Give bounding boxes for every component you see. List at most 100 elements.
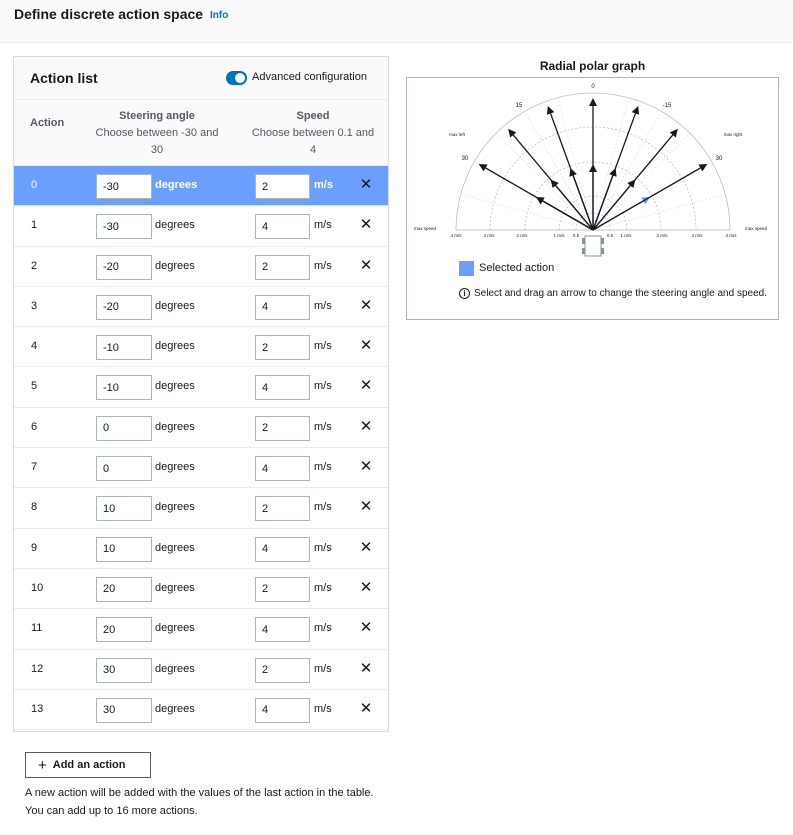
speed-input[interactable] [255,657,310,683]
delete-action-icon[interactable]: ✕ [358,458,374,476]
action-arrow[interactable] [508,128,594,231]
speed-unit-label: m/s [314,541,332,554]
table-row[interactable]: 12 degrees m/s ✕ [14,650,388,690]
speed-unit-label: m/s [314,299,332,312]
label-r05: 0.5 [607,233,614,238]
delete-action-icon[interactable]: ✕ [358,418,374,436]
action-index: 13 [31,702,44,715]
steering-angle-input[interactable] [96,697,152,723]
table-row[interactable]: 5 degrees m/s ✕ [14,367,388,408]
table-row[interactable]: 2 degrees m/s ✕ [14,247,388,287]
steering-angle-input[interactable] [96,536,152,562]
action-arrow[interactable] [478,164,594,231]
steering-angle-input[interactable] [96,456,152,482]
delete-action-icon[interactable]: ✕ [358,619,374,637]
speed-input[interactable] [255,697,310,723]
action-index: 0 [31,179,38,191]
speed-unit-label: m/s [314,259,332,272]
delete-action-icon[interactable]: ✕ [358,216,374,234]
advanced-configuration-toggle[interactable] [226,71,247,85]
info-link[interactable]: Info [210,10,228,21]
speed-input[interactable] [255,576,310,602]
steering-angle-input[interactable] [96,254,152,280]
action-index: 10 [31,581,44,594]
speed-unit-label: m/s [314,702,332,715]
table-row[interactable]: 1 degrees m/s ✕ [14,206,388,247]
steering-unit-label: degrees [155,299,195,312]
table-row[interactable]: 9 degrees m/s ✕ [14,529,388,569]
action-arrow[interactable] [592,105,640,231]
speed-input[interactable] [255,536,310,562]
delete-action-icon[interactable]: ✕ [358,377,374,395]
speed-input[interactable] [255,294,310,320]
action-index: 12 [31,662,44,675]
steering-unit-label: degrees [155,259,195,272]
steering-unit-label: degrees [155,622,195,635]
speed-input[interactable] [255,415,310,441]
add-action-button[interactable]: + Add an action [25,752,151,778]
table-header: Action Steering angle Choose between -30… [14,100,388,166]
polar-graph-svg[interactable]: 0 15 -15 30 30 max left max right max sp… [407,78,778,319]
steering-angle-input[interactable] [96,415,152,441]
label-l4: 4 m/s [450,233,462,238]
delete-action-icon[interactable]: ✕ [358,176,374,194]
table-row[interactable]: 10 degrees m/s ✕ [14,569,388,610]
steering-unit-label: degrees [155,380,195,393]
table-row[interactable]: 7 degrees m/s ✕ [14,448,388,489]
action-arrows[interactable] [478,98,708,231]
table-row[interactable]: 0 degrees m/s ✕ [14,166,388,207]
steering-angle-input[interactable] [96,375,152,401]
delete-action-icon[interactable]: ✕ [358,337,374,355]
steering-angle-input[interactable] [96,657,152,683]
delete-action-icon[interactable]: ✕ [358,660,374,678]
speed-input[interactable] [255,214,310,240]
add-action-label: Add an action [52,759,126,771]
radial-polar-graph[interactable]: 0 15 -15 30 30 max left max right max sp… [406,77,779,320]
graph-hint-text: Select and drag an arrow to change the s… [474,288,767,299]
delete-action-icon[interactable]: ✕ [358,579,374,597]
speed-input[interactable] [255,456,310,482]
steering-angle-input[interactable] [96,214,152,240]
steering-angle-input[interactable] [96,496,152,522]
action-arrow[interactable] [592,128,678,231]
steering-angle-input[interactable] [96,294,152,320]
angle-spoke [592,194,726,231]
table-row[interactable]: 11 degrees m/s ✕ [14,609,388,650]
steering-unit-label: degrees [155,461,195,474]
label-minus-15: -15 [663,103,672,109]
action-arrow[interactable] [592,164,708,231]
speed-input[interactable] [255,335,310,361]
speed-input[interactable] [255,617,310,643]
delete-action-icon[interactable]: ✕ [358,257,374,275]
speed-input[interactable] [255,375,310,401]
steering-angle-input[interactable] [96,174,152,199]
column-header-steering-hint: Choose between -30 and 30 [95,127,219,156]
angle-spoke [557,97,594,231]
table-row[interactable]: 13 degrees m/s ✕ [14,690,388,731]
delete-action-icon[interactable]: ✕ [358,498,374,516]
table-row[interactable]: 3 degrees m/s ✕ [14,287,388,328]
speed-unit-label: m/s [314,662,332,675]
label-l2: 2 m/s [516,233,528,238]
label-max-left: max left [449,132,466,137]
speed-input[interactable] [255,174,310,199]
steering-angle-input[interactable] [96,576,152,602]
advanced-configuration-label: Advanced configuration [252,71,367,83]
steering-angle-input[interactable] [96,617,152,643]
speed-unit-label: m/s [314,420,332,433]
steering-unit-label: degrees [155,581,195,594]
table-row[interactable]: 6 degrees m/s ✕ [14,408,388,449]
speed-input[interactable] [255,254,310,280]
delete-action-icon[interactable]: ✕ [358,539,374,557]
column-header-speed-hint: Choose between 0.1 and 4 [251,127,375,156]
speed-input[interactable] [255,496,310,522]
label-max-speed-right: max speed [745,226,768,231]
delete-action-icon[interactable]: ✕ [358,700,374,718]
table-row[interactable]: 8 degrees m/s ✕ [14,488,388,529]
delete-action-icon[interactable]: ✕ [358,297,374,315]
action-arrow[interactable] [546,105,594,231]
steering-angle-input[interactable] [96,335,152,361]
action-list-header: Action list Advanced configuration [14,57,388,100]
label-r3: 3 m/s [691,233,703,238]
table-row[interactable]: 4 degrees m/s ✕ [14,327,388,368]
